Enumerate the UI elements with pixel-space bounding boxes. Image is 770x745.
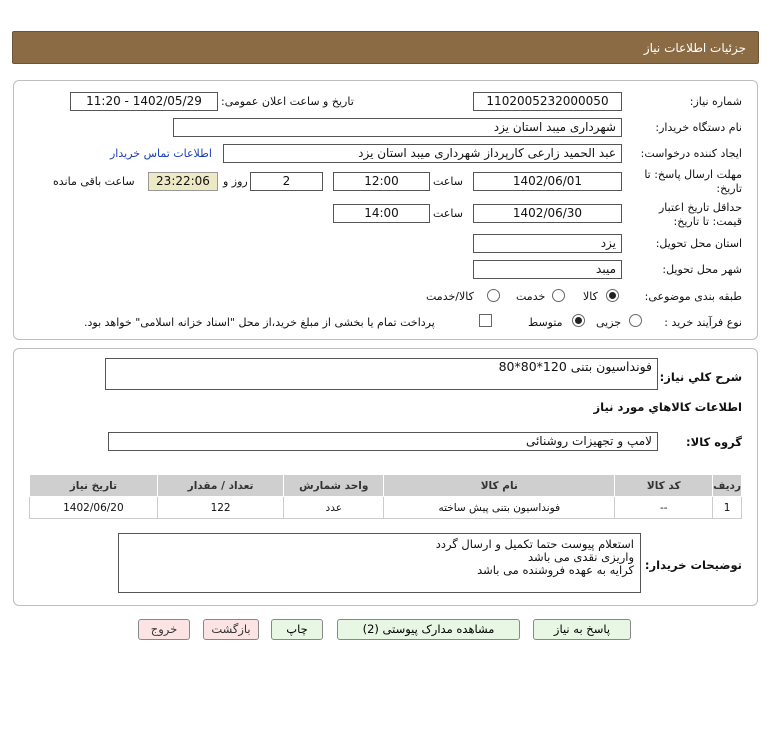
deadline-time-label: ساعت xyxy=(433,175,463,188)
exit-button[interactable]: خروج xyxy=(138,619,190,640)
col-name: نام کالا xyxy=(383,474,616,497)
remaining-timer: 23:22:06 xyxy=(148,172,218,191)
col-unit: واحد شمارش xyxy=(283,474,385,497)
page-title: جزئیات اطلاعات نیاز xyxy=(643,41,746,55)
category-option-goods-service: کالا/خدمت xyxy=(426,290,474,303)
group-field: لامپ و تجهیزات روشنائی xyxy=(108,432,658,451)
deadline-time-field: 12:00 xyxy=(333,172,430,191)
buyer-notes-label: توضیحات خریدار: xyxy=(644,558,742,572)
validity-date-field: 1402/06/30 xyxy=(473,204,622,223)
category-label: طبقه بندی موضوعی: xyxy=(644,290,742,303)
category-radio-service[interactable] xyxy=(552,289,565,302)
validity-label-1: حداقل تاریخ اعتبار xyxy=(658,201,742,214)
col-date: تاریخ نیاز xyxy=(29,474,158,497)
print-button[interactable]: چاپ xyxy=(271,619,323,640)
buyer-org-field: شهرداری میبد استان یزد xyxy=(173,118,622,137)
category-option-goods: کالا xyxy=(583,290,598,303)
treasury-payment-checkbox[interactable] xyxy=(479,314,492,327)
province-label: استان محل تحویل: xyxy=(655,237,742,250)
process-option-minor: جزیی xyxy=(596,316,622,329)
col-qty: تعداد / مقدار xyxy=(156,474,285,497)
page-header: جزئیات اطلاعات نیاز xyxy=(12,31,759,64)
need-number-field: 1102005232000050 xyxy=(473,92,622,111)
category-radio-goods-service[interactable] xyxy=(487,289,500,302)
remaining-label: ساعت باقی مانده xyxy=(53,175,135,188)
col-code: کد کالا xyxy=(614,474,714,497)
cell-code: -- xyxy=(614,496,714,519)
reply-button[interactable]: پاسخ به نیاز xyxy=(533,619,631,640)
treasury-payment-note: پرداخت تمام یا بخشی از مبلغ خرید،از محل … xyxy=(84,316,435,329)
announce-field: 1402/05/29 - 11:20 xyxy=(70,92,218,111)
items-table-header: ردیف کد کالا نام کالا واحد شمارش تعداد /… xyxy=(29,474,742,497)
requester-label: ایجاد کننده درخواست: xyxy=(640,147,742,160)
requester-field: عبد الحمید زارعی کارپرداز شهرداری میبد ا… xyxy=(223,144,622,163)
cell-qty: 122 xyxy=(156,496,285,519)
validity-label-2: قیمت: تا تاریخ: xyxy=(673,215,742,228)
validity-time-label: ساعت xyxy=(433,207,463,220)
description-field: فونداسیون بتنی 120*80*80 xyxy=(105,358,658,390)
days-field: 2 xyxy=(250,172,323,191)
buyer-org-label: نام دستگاه خریدار: xyxy=(655,121,742,134)
cell-date: 1402/06/20 xyxy=(29,496,158,519)
process-radio-medium[interactable] xyxy=(572,314,585,327)
category-option-service: خدمت xyxy=(516,290,546,303)
need-number-label: شماره نیاز: xyxy=(689,95,742,108)
cell-unit: عدد xyxy=(283,496,385,519)
cell-row: 1 xyxy=(712,496,742,519)
process-radio-minor[interactable] xyxy=(629,314,642,327)
items-table: ردیف کد کالا نام کالا واحد شمارش تعداد /… xyxy=(29,474,742,519)
city-label: شهر محل تحویل: xyxy=(662,263,742,276)
buyer-notes-box: استعلام پیوست حتما تکمیل و ارسال گردد وا… xyxy=(118,533,641,593)
table-row: 1 -- فونداسیون بتنی پیش ساخته عدد 122 14… xyxy=(29,496,742,519)
deadline-date-field: 1402/06/01 xyxy=(473,172,622,191)
city-field: میبد xyxy=(473,260,622,279)
cell-name: فونداسیون بتنی پیش ساخته xyxy=(383,496,616,519)
description-label: شرح کلي نياز: xyxy=(659,370,742,384)
buyer-note-line: کرایه به عهده فروشنده می باشد xyxy=(477,563,634,577)
goods-info-title: اطلاعات کالاهاي مورد نياز xyxy=(593,400,742,414)
buyer-contact-link[interactable]: اطلاعات تماس خریدار xyxy=(110,147,212,160)
process-label: نوع فرآیند خرید : xyxy=(664,316,742,329)
announce-label: تاریخ و ساعت اعلان عمومی: xyxy=(221,95,354,108)
group-label: گروه کالا: xyxy=(686,435,742,449)
days-label: روز و xyxy=(223,175,248,188)
deadline-label-2: تاریخ: xyxy=(716,182,742,195)
back-button[interactable]: بازگشت xyxy=(203,619,259,640)
process-option-medium: متوسط xyxy=(528,316,563,329)
deadline-label-1: مهلت ارسال پاسخ: تا xyxy=(644,168,742,181)
province-field: یزد xyxy=(473,234,622,253)
validity-time-field: 14:00 xyxy=(333,204,430,223)
view-attachments-button[interactable]: مشاهده مدارک پیوستی (2) xyxy=(337,619,520,640)
col-row: ردیف xyxy=(712,474,742,497)
category-radio-goods[interactable] xyxy=(606,289,619,302)
